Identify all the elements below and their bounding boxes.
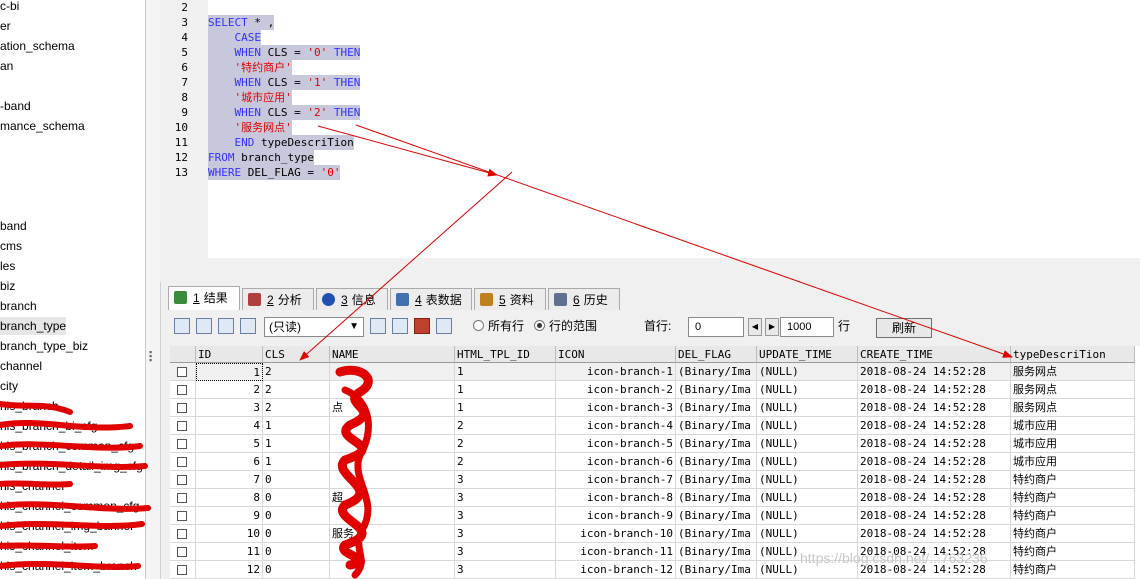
redaction-scribble	[0, 521, 145, 529]
redaction-scribble	[0, 501, 151, 512]
redaction-scribble	[0, 561, 141, 570]
redaction-scribble	[0, 460, 148, 470]
annotation-overlay	[0, 124, 1013, 579]
redaction-scribble	[0, 480, 73, 488]
annotation-arrow	[355, 124, 1013, 358]
annotation-arrow	[299, 171, 513, 361]
watermark-text: https://blog.csdn.net/...763236	[800, 550, 988, 566]
redaction-scribble	[0, 401, 73, 415]
annotation-arrow	[317, 125, 498, 177]
redaction-scribble	[0, 441, 143, 451]
redaction-scribble	[0, 542, 98, 550]
redaction-scribble	[0, 420, 133, 431]
